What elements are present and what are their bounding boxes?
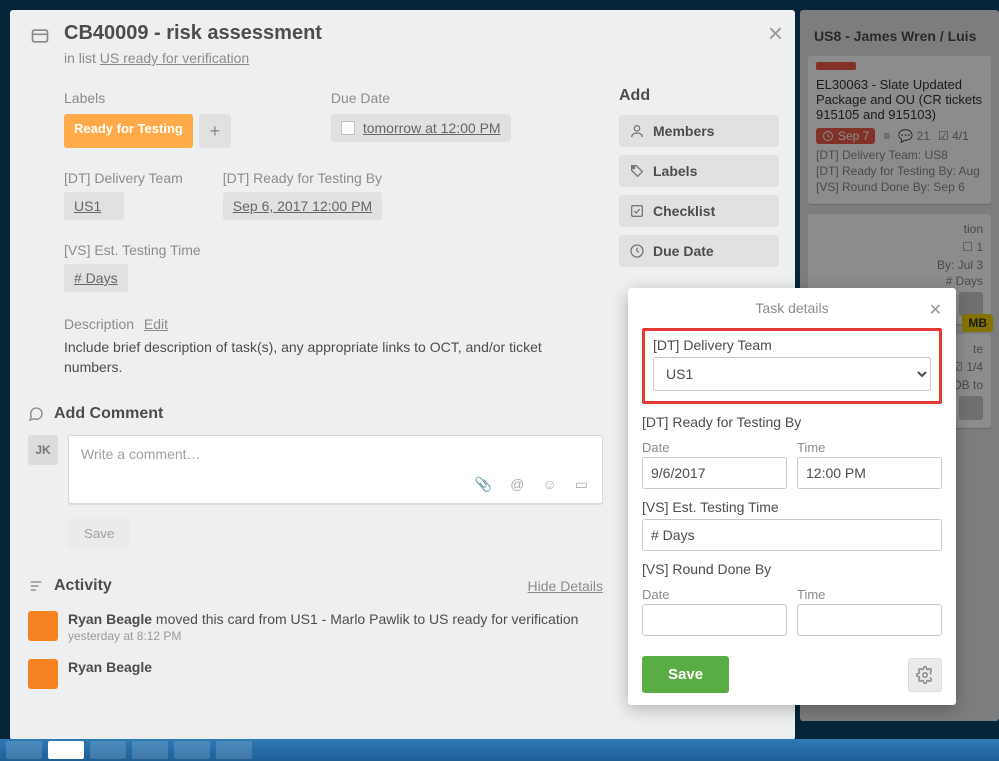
cf-label: [DT] Ready for Testing By	[223, 170, 382, 186]
add-heading: Add	[619, 87, 779, 105]
field-label: [VS] Est. Testing Time	[642, 499, 942, 515]
taskbar-item[interactable]	[132, 741, 168, 759]
round-done-date-input[interactable]	[642, 604, 787, 636]
activity-icon	[28, 578, 44, 594]
popover-title: Task details ✕	[642, 300, 942, 324]
member-avatar	[28, 659, 58, 689]
members-button[interactable]: Members	[619, 115, 779, 147]
time-label: Time	[797, 440, 942, 455]
activity-item: Ryan Beagle	[28, 659, 603, 689]
mention-icon[interactable]: @	[510, 476, 524, 493]
member-avatar	[28, 611, 58, 641]
in-list: in list US ready for verification	[64, 50, 603, 66]
comment-input[interactable]: Write a comment… 📎 @ ☺ ▭	[68, 435, 603, 504]
field-label: [VS] Round Done By	[642, 561, 942, 577]
activity-actor: Ryan Beagle	[68, 659, 152, 675]
list-link[interactable]: US ready for verification	[100, 50, 249, 66]
taskbar-item[interactable]	[90, 741, 126, 759]
taskbar	[0, 739, 999, 761]
field-label: [DT] Ready for Testing By	[642, 414, 942, 430]
description-heading: Description	[64, 316, 134, 332]
modal-main: CB40009 - risk assessment in list US rea…	[28, 22, 603, 728]
tag-icon	[629, 163, 645, 179]
close-icon[interactable]: ×	[768, 18, 783, 49]
cf-label: [DT] Delivery Team	[64, 170, 183, 186]
due-date-box[interactable]: tomorrow at 12:00 PM	[331, 114, 511, 142]
due-checkbox[interactable]	[341, 121, 355, 135]
labels-heading: Labels	[64, 90, 231, 106]
activity-time: yesterday at 8:12 PM	[68, 629, 578, 643]
attachment-icon[interactable]: 📎	[475, 476, 492, 493]
testing-time-input[interactable]	[642, 519, 942, 551]
due-date-heading: Due Date	[331, 90, 511, 106]
comment-tools: 📎 @ ☺ ▭	[81, 470, 590, 499]
card-ref-icon[interactable]: ▭	[575, 476, 588, 493]
cf-label: [VS] Est. Testing Time	[64, 242, 201, 258]
ready-by-date-input[interactable]	[642, 457, 787, 489]
time-label: Time	[797, 587, 942, 602]
round-done-time-input[interactable]	[797, 604, 942, 636]
due-date-button[interactable]: Due Date	[619, 235, 779, 267]
close-icon[interactable]: ✕	[929, 300, 942, 320]
label-ready-for-testing[interactable]: Ready for Testing	[64, 114, 193, 148]
ready-by-time-input[interactable]	[797, 457, 942, 489]
emoji-icon[interactable]: ☺	[542, 476, 556, 493]
task-details-popover: Task details ✕ [DT] Delivery Team US1 [D…	[628, 288, 956, 705]
save-button[interactable]: Save	[642, 656, 729, 693]
person-icon	[629, 123, 645, 139]
field-label: [DT] Delivery Team	[653, 337, 931, 353]
labels-button[interactable]: Labels	[619, 155, 779, 187]
taskbar-item[interactable]	[48, 741, 84, 759]
card-title[interactable]: CB40009 - risk assessment	[64, 22, 322, 45]
checklist-button[interactable]: Checklist	[619, 195, 779, 227]
comment-icon	[28, 406, 44, 422]
edit-description-link[interactable]: Edit	[144, 316, 168, 332]
activity-heading: Activity	[54, 577, 112, 595]
due-date-value: tomorrow at 12:00 PM	[363, 120, 501, 136]
delivery-team-highlight: [DT] Delivery Team US1	[642, 328, 942, 404]
activity-item: Ryan Beagle moved this card from US1 - M…	[28, 611, 603, 643]
activity-actor: Ryan Beagle	[68, 611, 152, 627]
date-label: Date	[642, 587, 787, 602]
add-label-button[interactable]: +	[199, 114, 231, 148]
user-avatar: JK	[28, 435, 58, 465]
taskbar-item[interactable]	[6, 741, 42, 759]
save-comment-button: Save	[68, 518, 130, 549]
date-label: Date	[642, 440, 787, 455]
taskbar-item[interactable]	[174, 741, 210, 759]
card-icon	[28, 26, 52, 46]
description-body[interactable]: Include brief description of task(s), an…	[64, 338, 603, 377]
comment-placeholder: Write a comment…	[81, 446, 590, 470]
cf-value-testing-time[interactable]: # Days	[64, 264, 128, 292]
cf-value-ready-by[interactable]: Sep 6, 2017 12:00 PM	[223, 192, 382, 220]
delivery-team-select[interactable]: US1	[653, 357, 931, 391]
add-comment-heading: Add Comment	[54, 405, 163, 423]
clock-icon	[629, 243, 645, 259]
gear-icon[interactable]	[908, 658, 942, 692]
checklist-icon	[629, 203, 645, 219]
hide-details-link[interactable]: Hide Details	[528, 578, 603, 594]
cf-value-delivery-team[interactable]: US1	[64, 192, 124, 220]
taskbar-item[interactable]	[216, 741, 252, 759]
